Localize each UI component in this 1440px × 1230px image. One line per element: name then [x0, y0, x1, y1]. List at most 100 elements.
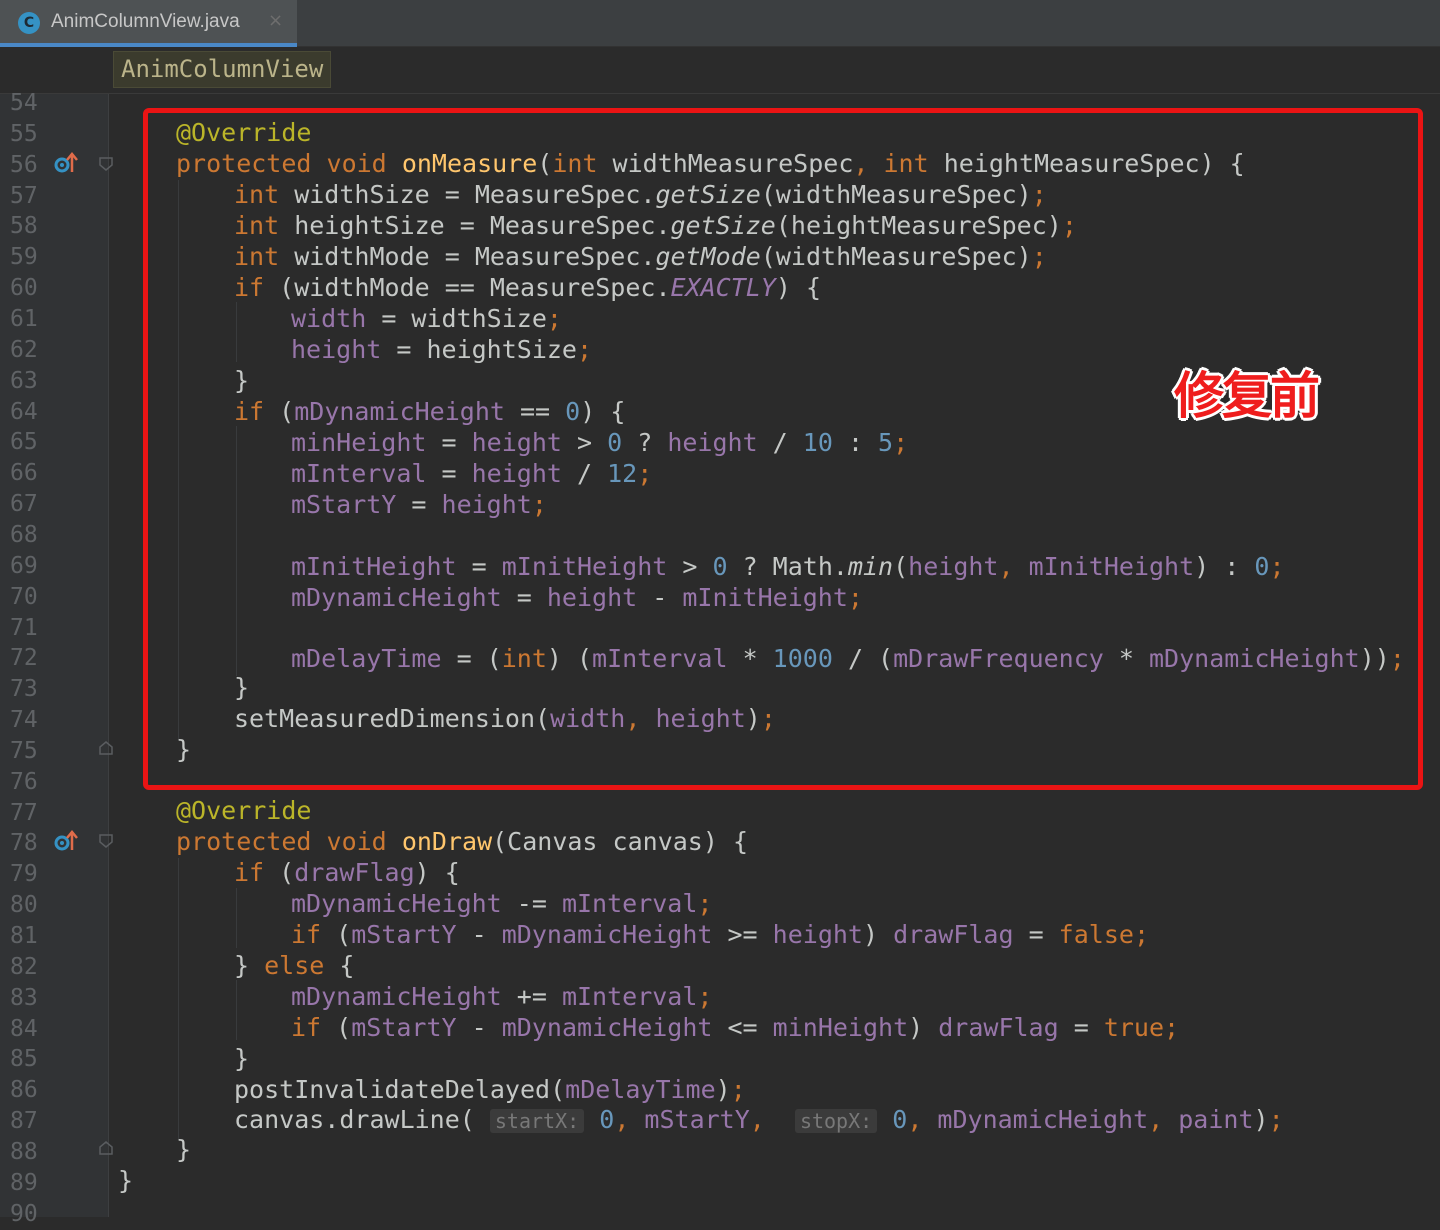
line-number: 77 [10, 799, 38, 826]
line-number: 83 [10, 984, 38, 1011]
line-number: 55 [10, 120, 38, 147]
code-line-79: if (drawFlag) { [234, 857, 460, 888]
code-token: ) [862, 920, 894, 949]
code-token: ; [1164, 1013, 1180, 1042]
tab-filename: AnimColumnView.java [51, 11, 240, 32]
editor-tab-bar: C AnimColumnView.java × [0, 0, 1440, 47]
line-number: 60 [10, 275, 38, 302]
field-ref: mInterval [561, 889, 698, 918]
line-number: 81 [10, 923, 38, 949]
code-line-86: postInvalidateDelayed(mDelayTime); [234, 1074, 746, 1105]
line-number: 87 [10, 1108, 38, 1135]
code-line-87: canvas.drawLine( startX: 0, mStartY, sto… [234, 1104, 1284, 1137]
line-number: 67 [10, 491, 38, 518]
line-number: 65 [10, 429, 38, 456]
line-number: 79 [10, 861, 38, 888]
code-token: ; [1133, 920, 1149, 949]
code-line-82: } else { [234, 950, 354, 981]
editor-tab-animcolumnview[interactable]: C AnimColumnView.java × [0, 0, 297, 47]
code-token: ; [697, 889, 713, 918]
line-number: 73 [10, 676, 38, 703]
code-token: - [456, 920, 502, 949]
indent-guide [236, 888, 237, 948]
code-line-84: if (mStartY - mDynamicHeight <= minHeigh… [291, 1012, 1179, 1043]
line-number: 84 [10, 1015, 38, 1042]
parameter-hint: stopX: [794, 1109, 878, 1133]
line-number: 62 [10, 336, 38, 363]
line-number: 78 [10, 830, 38, 857]
keyword-if: if [234, 858, 265, 887]
code-token: ; [697, 982, 713, 1011]
annotation-label: 修复前 [1174, 367, 1320, 425]
code-token: ( [321, 1013, 352, 1042]
line-number: 68 [10, 521, 38, 548]
code-line-77: @Override [176, 795, 311, 826]
line-number: 72 [10, 645, 38, 672]
keyword-protected: protected [176, 827, 312, 856]
field-ref: drawFlag [294, 858, 415, 887]
line-number: 66 [10, 460, 38, 487]
code-token: <= [712, 1013, 773, 1042]
close-icon[interactable]: × [268, 10, 283, 31]
field-ref: drawFlag [893, 920, 1014, 949]
field-ref: mDynamicHeight [291, 889, 502, 918]
breadcrumb-class[interactable]: AnimColumnView [113, 51, 332, 88]
code-line-78: protected void onDraw(Canvas canvas) { [176, 826, 748, 857]
field-ref: mDynamicHeight [291, 982, 502, 1011]
line-number: 80 [10, 892, 38, 919]
fold-end-icon[interactable] [99, 741, 113, 755]
keyword-false: false [1058, 920, 1134, 949]
field-ref: drawFlag [938, 1013, 1059, 1042]
field-ref: height [772, 920, 863, 949]
keyword-true: true [1103, 1013, 1165, 1042]
line-number: 76 [10, 768, 38, 795]
code-line-83: mDynamicHeight += mInterval; [291, 981, 712, 1012]
line-number: 88 [10, 1138, 38, 1165]
field-ref: mDynamicHeight [501, 920, 713, 949]
line-number: 74 [10, 707, 38, 733]
field-ref: mDynamicHeight [501, 1013, 713, 1042]
line-number: 61 [10, 306, 38, 332]
annotation-override: @Override [176, 796, 312, 825]
code-token: } [234, 1044, 250, 1073]
code-token: postInvalidateDelayed( [234, 1075, 566, 1104]
keyword-if: if [291, 1013, 322, 1042]
field-ref: mStartY [351, 920, 457, 949]
override-method-icon[interactable] [52, 828, 78, 854]
code-token: -= [501, 889, 562, 918]
code-token: , [614, 1105, 645, 1134]
fold-collapse-icon[interactable] [99, 157, 113, 171]
code-token: ( [321, 920, 352, 949]
code-token: } [234, 951, 265, 980]
code-token: = [1013, 920, 1059, 949]
code-token: ( [264, 858, 295, 887]
code-token: , [907, 1105, 938, 1134]
line-number: 86 [10, 1077, 38, 1104]
highlight-box [143, 108, 1423, 790]
field-ref: mDelayTime [565, 1075, 716, 1104]
parameter-hint: startX: [489, 1109, 585, 1133]
code-token: - [456, 1013, 502, 1042]
field-ref: paint [1178, 1105, 1254, 1134]
code-token: canvas.drawLine( [234, 1105, 475, 1134]
field-ref: mDynamicHeight [937, 1105, 1149, 1134]
breadcrumb-bar: AnimColumnView [0, 47, 1440, 94]
code-token: , [749, 1105, 795, 1134]
line-number: 63 [10, 367, 38, 394]
line-number: 89 [10, 1169, 38, 1196]
number-literal: 0 [599, 1105, 615, 1134]
indent-guide [178, 858, 179, 1140]
fold-collapse-icon[interactable] [99, 834, 113, 848]
code-token: >= [712, 920, 773, 949]
line-number: 90 [10, 1200, 38, 1227]
line-number: 69 [10, 552, 38, 579]
line-number: 58 [10, 213, 38, 240]
code-line-81: if (mStartY - mDynamicHeight >= height) … [291, 919, 1149, 950]
override-method-icon[interactable] [52, 150, 78, 176]
fold-end-icon[interactable] [99, 1141, 113, 1155]
code-token: ) [908, 1013, 939, 1042]
field-ref: mInterval [561, 982, 698, 1011]
code-line-80: mDynamicHeight -= mInterval; [291, 888, 712, 919]
code-token: = [1058, 1013, 1104, 1042]
line-number: 64 [10, 398, 38, 425]
